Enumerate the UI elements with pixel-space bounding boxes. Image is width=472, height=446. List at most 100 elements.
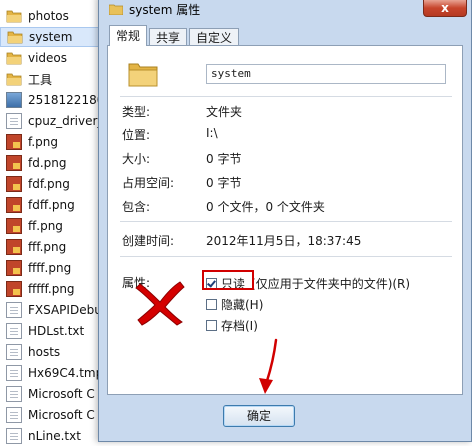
divider [120,96,452,97]
file-name: fffff.png [28,282,75,296]
general-tab-panel: system 类型: 文件夹 位置: I:\ 大小: 0 字节 占用空间: 0 … [107,45,463,395]
file-name: cpuz_driver_ [28,114,104,128]
large-folder-icon [128,63,158,87]
hidden-option[interactable]: 隐藏(H) [206,296,263,313]
properties-dialog: system 属性 x 常规 共享 自定义 system 类型: 文件夹 位置:… [98,0,472,442]
file-name: 2518122180 [28,93,105,107]
contains-label: 包含: [122,200,151,214]
file-item[interactable]: fdf.png [6,174,70,194]
file-item[interactable]: photos [6,6,69,26]
document-icon [6,386,22,402]
file-item[interactable]: fdff.png [6,195,75,215]
file-name: Microsoft C [28,408,95,422]
folder-icon [6,71,22,87]
png-file-icon [6,281,22,297]
file-name: fd.png [28,156,67,170]
file-name: fdff.png [28,198,75,212]
file-item[interactable]: ff.png [6,216,63,236]
png-file-icon [6,239,22,255]
document-icon [6,407,22,423]
readonly-note: (仅应用于文件夹中的文件)(R) [251,277,411,291]
created-value: 2012年11月5日，18:37:45 [206,234,362,248]
file-name: videos [28,51,68,65]
size-label: 大小: [122,152,151,166]
divider [120,256,452,257]
archive-label: 存档(I) [221,319,258,333]
file-item[interactable]: videos [6,48,67,68]
png-file-icon [6,260,22,276]
file-item[interactable]: hosts [6,342,60,362]
file-name: Hx69C4.tmp [28,366,104,380]
file-item[interactable]: Microsoft C [6,405,95,425]
file-name: fdf.png [28,177,70,191]
type-value: 文件夹 [206,105,243,119]
type-label: 类型: [122,105,151,119]
folder-icon [7,29,23,45]
file-item[interactable]: system [0,27,104,47]
file-item[interactable]: 2518122180 [6,90,104,110]
disk-size-value: 0 字节 [206,176,242,190]
png-file-icon [6,155,22,171]
contains-value: 0 个文件，0 个文件夹 [206,200,325,214]
file-item[interactable]: nLine.txt [6,426,81,446]
document-icon [6,113,22,129]
png-file-icon [6,197,22,213]
file-name: nLine.txt [28,429,81,443]
png-file-icon [6,134,22,150]
file-item[interactable]: HDLst.txt [6,321,84,341]
dialog-titlebar[interactable]: system 属性 x [99,0,471,21]
tab-customize[interactable]: 自定义 [189,28,240,46]
folder-icon [6,8,22,24]
tab-strip: 常规 共享 自定义 [109,25,241,46]
tab-general[interactable]: 常规 [109,25,148,46]
red-x-annotation-icon [135,281,185,326]
file-name: ffff.png [28,261,72,275]
file-item[interactable]: Microsoft C [6,384,95,404]
close-button[interactable]: x [423,0,467,17]
png-file-icon [6,176,22,192]
file-item[interactable]: fff.png [6,237,66,257]
file-name: photos [28,9,69,23]
file-name: f.png [28,135,59,149]
location-label: 位置: [122,128,151,142]
document-icon [6,302,22,318]
file-name: fff.png [28,240,67,254]
ok-button[interactable]: 确定 [223,405,295,427]
tab-sharing[interactable]: 共享 [149,28,188,46]
readonly-highlight-box [202,270,254,290]
size-value: 0 字节 [206,152,242,166]
document-icon [6,323,22,339]
png-file-icon [6,218,22,234]
red-arrow-annotation-icon [259,338,278,394]
file-name: 工具 [28,72,53,87]
archive-option[interactable]: 存档(I) [206,317,258,334]
file-item[interactable]: 工具 [6,69,52,89]
file-name: system [29,30,73,44]
file-name: ff.png [28,219,63,233]
file-item[interactable]: fffff.png [6,279,75,299]
divider [120,221,452,222]
file-name: hosts [28,345,61,359]
document-icon [6,344,22,360]
image-file-icon [6,92,22,108]
folder-name-input[interactable]: system [206,64,446,84]
archive-checkbox[interactable] [206,320,217,331]
file-item[interactable]: cpuz_driver_ [6,111,103,131]
hidden-label: 隐藏(H) [221,298,264,312]
document-icon [6,365,22,381]
explorer-file-list: photos system videos 工具 2518122180 cpuz_drive… [0,0,110,444]
file-name: Microsoft C [28,387,95,401]
hidden-checkbox[interactable] [206,299,217,310]
file-item[interactable]: FXSAPIDebu [6,300,102,320]
file-name: HDLst.txt [28,324,85,338]
file-name: FXSAPIDebu [28,303,102,317]
file-item[interactable]: Hx69C4.tmp [6,363,103,383]
file-item[interactable]: fd.png [6,153,67,173]
file-item[interactable]: f.png [6,132,58,152]
file-item[interactable]: ffff.png [6,258,71,278]
created-label: 创建时间: [122,234,175,248]
folder-icon [6,50,22,66]
dialog-footer: 确定 [99,395,471,441]
dialog-title: system 属性 [129,2,201,17]
folder-icon [109,4,123,15]
